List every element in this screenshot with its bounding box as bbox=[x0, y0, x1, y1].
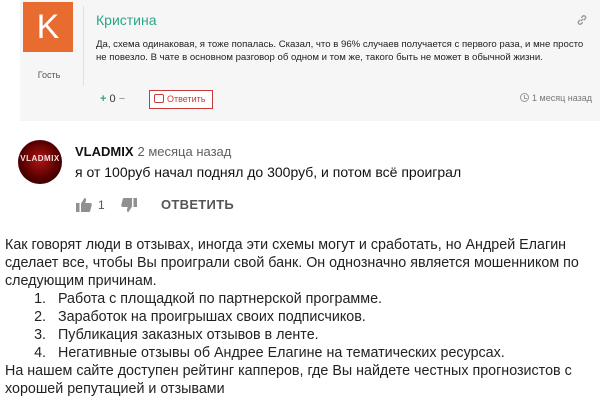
link-icon-svg bbox=[577, 15, 587, 25]
list-item: Заработок на проигрышах своих подписчико… bbox=[50, 308, 609, 326]
user-role-label: Гость bbox=[37, 70, 61, 80]
list-item: Публикация заказных отзывов в ленте. bbox=[50, 326, 609, 344]
comment-text: Да, схема одинаковая, я тоже попалась. С… bbox=[96, 39, 584, 63]
reasons-list: Работа с площадкой по партнерской програ… bbox=[5, 290, 609, 362]
link-icon[interactable] bbox=[576, 14, 588, 29]
vote-count: 0 bbox=[109, 93, 116, 105]
downvote-button[interactable]: − bbox=[119, 93, 125, 105]
clock-icon bbox=[520, 93, 529, 102]
avatar-text: VLADMIX bbox=[20, 154, 60, 163]
comment-author-name[interactable]: Кристина bbox=[96, 12, 157, 28]
list-item: Негативные отзывы об Андрее Елагине на т… bbox=[50, 344, 609, 362]
upvote-button[interactable]: + bbox=[100, 93, 106, 105]
article-intro: Как говорят люди в отзывах, иногда эти с… bbox=[5, 237, 579, 289]
comment-author-column: K Гость bbox=[20, 0, 96, 90]
comment-card-vladmix: VLADMIX VLADMIX 2 месяца назад я от 100ру… bbox=[0, 126, 613, 232]
divider bbox=[83, 6, 84, 86]
comment-date[interactable]: 2 месяца назад bbox=[138, 144, 232, 159]
article-outro: На нашем сайте доступен рейтинг капперов… bbox=[5, 363, 572, 397]
vote-controls: + 0 − bbox=[100, 93, 125, 105]
comment-text: я от 100руб начал поднял до 300руб, и по… bbox=[75, 164, 462, 180]
comment-author-line: VLADMIX 2 месяца назад bbox=[75, 144, 231, 159]
comment-timestamp: 1 месяц назад bbox=[520, 93, 592, 103]
thumbs-up-icon[interactable] bbox=[75, 196, 93, 214]
avatar[interactable]: VLADMIX bbox=[18, 140, 62, 184]
comment-time-text: 1 месяц назад bbox=[532, 93, 592, 103]
comment-card-kristina: K Гость Кристина Да, схема одинаковая, я… bbox=[20, 0, 600, 121]
thumbs-down-icon[interactable] bbox=[120, 197, 138, 215]
avatar[interactable]: K bbox=[23, 2, 73, 52]
like-count: 1 bbox=[98, 198, 105, 212]
list-item: Работа с площадкой по партнерской програ… bbox=[50, 290, 609, 308]
thumbs-up-svg bbox=[76, 198, 92, 212]
reply-icon bbox=[154, 94, 164, 103]
reply-button[interactable]: Ответить bbox=[149, 90, 214, 109]
reply-button-label: Ответить bbox=[167, 94, 206, 104]
thumbs-down-svg bbox=[121, 198, 137, 212]
article-body: Как говорят люди в отзывах, иногда эти с… bbox=[5, 236, 609, 398]
comment-author-name[interactable]: VLADMIX bbox=[75, 144, 134, 159]
reply-button[interactable]: ОТВЕТИТЬ bbox=[161, 197, 234, 212]
